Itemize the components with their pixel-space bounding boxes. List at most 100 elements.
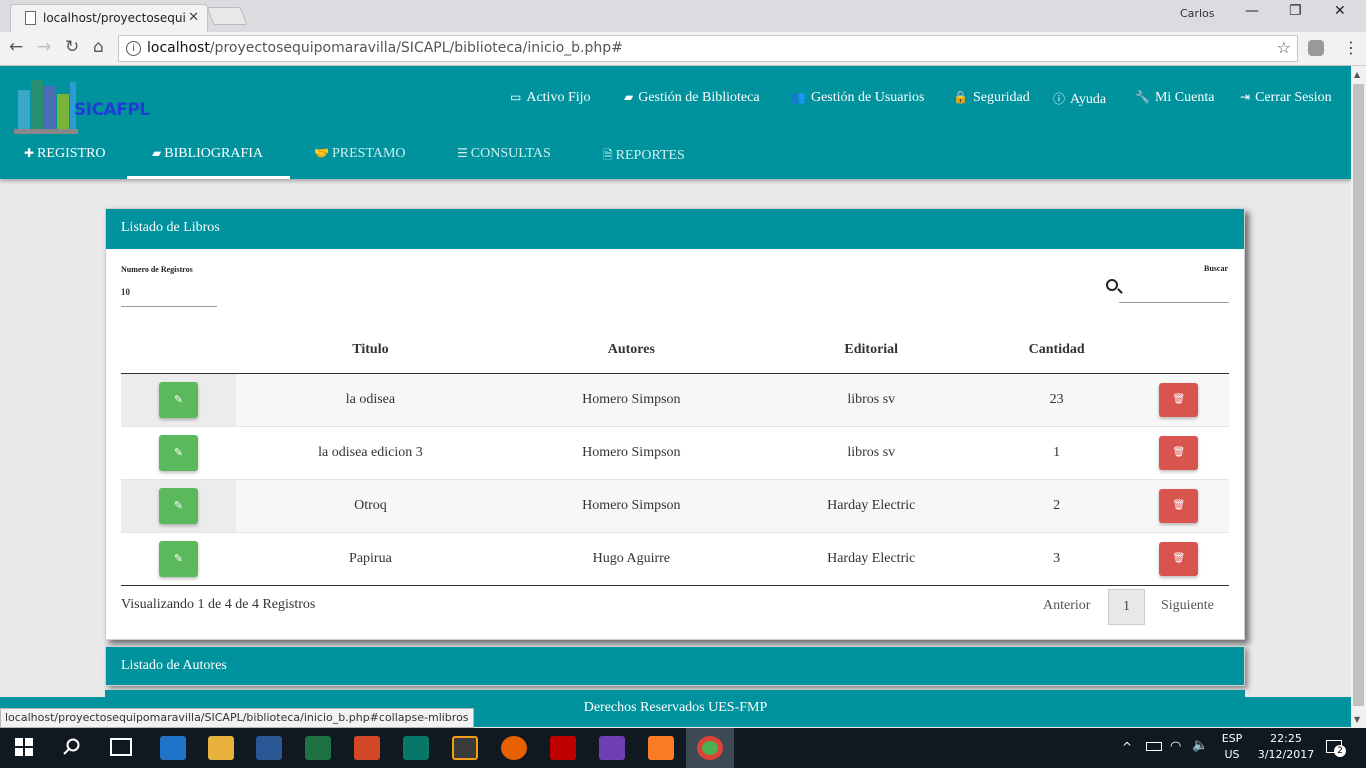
close-window-icon[interactable]: ✕: [1334, 3, 1346, 19]
restore-icon[interactable]: ❐: [1289, 3, 1302, 19]
cell-autores: Hugo Aguirre: [504, 531, 758, 586]
column-header-autores[interactable]: Autores: [504, 327, 758, 374]
phpstorm-icon[interactable]: [599, 736, 625, 760]
logo-text: SICAFPL: [74, 100, 150, 120]
input-language[interactable]: ESP: [1220, 732, 1244, 745]
delete-button[interactable]: 🗑: [1159, 435, 1199, 470]
records-label: Numero de Registros: [121, 265, 193, 274]
cell-titulo: Otroq: [236, 478, 505, 532]
cell-titulo: Papirua: [236, 531, 505, 586]
table-header-row: Titulo Autores Editorial Cantidad: [121, 327, 1229, 374]
excel-icon[interactable]: [305, 736, 331, 760]
column-header-titulo[interactable]: Titulo: [236, 327, 505, 374]
edge-icon[interactable]: [160, 736, 186, 760]
wifi-icon[interactable]: ◠: [1170, 739, 1181, 754]
nav-gestion-biblioteca[interactable]: ▰ Gestión de Biblioteca: [624, 90, 760, 106]
status-bubble: localhost/proyectosequipomaravilla/SICAP…: [0, 708, 474, 728]
tab-title: localhost/proyectosequi: [43, 11, 186, 25]
column-header-cantidad[interactable]: Cantidad: [984, 327, 1129, 374]
pager-page-1[interactable]: 1: [1108, 589, 1145, 625]
cell-editorial: Harday Electric: [757, 531, 985, 586]
nav-gestion-usuarios[interactable]: 👥 Gestión de Usuarios: [791, 90, 925, 106]
battery-icon[interactable]: [1146, 742, 1162, 751]
plus-icon: ✚: [24, 146, 35, 160]
filezilla-icon[interactable]: [550, 736, 576, 760]
new-tab-button[interactable]: [206, 7, 248, 25]
edit-button[interactable]: ✎: [159, 434, 198, 471]
nav-ayuda[interactable]: ⓘ Ayuda: [1053, 90, 1106, 108]
book-icon: ▰: [624, 90, 634, 104]
edit-button[interactable]: ✎: [159, 487, 198, 524]
site-logo[interactable]: SICAFPL: [14, 72, 154, 134]
wrench-icon: 🔧: [1135, 90, 1150, 104]
bookmark-star-icon[interactable]: ☆: [1277, 38, 1291, 57]
close-tab-icon[interactable]: ✕: [188, 10, 199, 25]
edit-button[interactable]: ✎: [159, 540, 198, 577]
page-scrollbar[interactable]: ▲ ▼: [1351, 66, 1366, 728]
powerpoint-icon[interactable]: [354, 736, 380, 760]
pager-next[interactable]: Siguiente: [1161, 598, 1214, 614]
delete-button[interactable]: 🗑: [1159, 382, 1199, 417]
monitor-icon: ▭: [510, 90, 522, 104]
home-icon[interactable]: ⌂: [93, 37, 104, 57]
logo-book: [44, 86, 56, 130]
tab-reportes[interactable]: 🗎 REPORTES: [603, 146, 685, 167]
column-header-delete: [1128, 327, 1229, 374]
site-info-icon[interactable]: i: [126, 41, 141, 56]
column-header-editorial[interactable]: Editorial: [757, 327, 985, 374]
extension-icon[interactable]: [1308, 40, 1324, 56]
lock-icon: 🔒: [953, 90, 968, 104]
search-input[interactable]: [1119, 279, 1229, 303]
clock-date[interactable]: 3/12/2017: [1252, 748, 1320, 761]
forward-icon[interactable]: →: [37, 37, 51, 57]
nav-mi-cuenta[interactable]: 🔧 Mi Cuenta: [1135, 90, 1214, 106]
scroll-up-arrow-icon[interactable]: ▲: [1354, 70, 1360, 79]
records-per-page-select[interactable]: 10: [121, 287, 217, 307]
tab-bibliografia[interactable]: ▰ BIBLIOGRAFIA: [152, 146, 263, 162]
chrome-icon[interactable]: [697, 736, 723, 760]
reload-icon[interactable]: ↻: [65, 37, 79, 57]
xampp-icon[interactable]: [648, 736, 674, 760]
nav-seguridad[interactable]: 🔒 Seguridad: [953, 90, 1030, 106]
browser-tab[interactable]: localhost/proyectosequi ✕: [10, 4, 208, 32]
handshake-icon: 🤝: [314, 146, 329, 160]
search-icon[interactable]: [62, 737, 82, 757]
sublime-text-icon[interactable]: [452, 736, 478, 760]
tray-chevron-icon[interactable]: ^: [1122, 740, 1132, 754]
address-bar[interactable]: i localhost/proyectosequipomaravilla/SIC…: [118, 35, 1298, 62]
chrome-menu-icon[interactable]: ⋮: [1343, 38, 1359, 57]
file-explorer-icon[interactable]: [208, 736, 234, 760]
pager-previous[interactable]: Anterior: [1043, 598, 1090, 614]
delete-button[interactable]: 🗑: [1159, 488, 1199, 523]
word-icon[interactable]: [256, 736, 282, 760]
books-panel-title: Listado de Libros: [121, 220, 220, 235]
nav-cerrar-sesion[interactable]: ⇥ Cerrar Sesion: [1240, 90, 1332, 106]
minimize-icon[interactable]: —: [1245, 3, 1259, 19]
cell-editorial: libros sv: [757, 372, 985, 426]
url-host: localhost: [147, 40, 210, 56]
profile-name[interactable]: Carlos: [1180, 7, 1214, 20]
input-region[interactable]: US: [1220, 748, 1244, 761]
windows-start-icon[interactable]: [14, 737, 34, 757]
books-panel-header[interactable]: Listado de Libros: [106, 209, 1244, 249]
search-icon: [1106, 279, 1118, 291]
tab-registro[interactable]: ✚ REGISTRO: [24, 146, 106, 162]
tab-prestamo[interactable]: 🤝 PRESTAMO: [314, 146, 406, 162]
edit-button[interactable]: ✎: [159, 381, 198, 418]
scroll-thumb[interactable]: [1353, 84, 1364, 706]
scroll-down-arrow-icon[interactable]: ▼: [1354, 715, 1360, 724]
table-row: ✎ Papirua Hugo Aguirre Harday Electric 3…: [121, 531, 1229, 586]
cell-autores: Homero Simpson: [504, 478, 758, 532]
firefox-icon[interactable]: [501, 736, 527, 760]
task-view-icon[interactable]: [110, 738, 132, 756]
logo-shelf: [14, 129, 78, 134]
tab-consultas[interactable]: ☰ CONSULTAS: [457, 146, 551, 162]
publisher-icon[interactable]: [403, 736, 429, 760]
volume-icon[interactable]: 🔈: [1192, 738, 1208, 753]
back-icon[interactable]: ←: [9, 37, 23, 57]
nav-activo-fijo[interactable]: ▭ Activo Fijo: [510, 90, 591, 106]
cell-cantidad: 1: [984, 425, 1129, 479]
authors-panel-header[interactable]: Listado de Autores: [105, 646, 1245, 686]
clock-time[interactable]: 22:25: [1256, 732, 1316, 745]
delete-button[interactable]: 🗑: [1159, 541, 1199, 576]
